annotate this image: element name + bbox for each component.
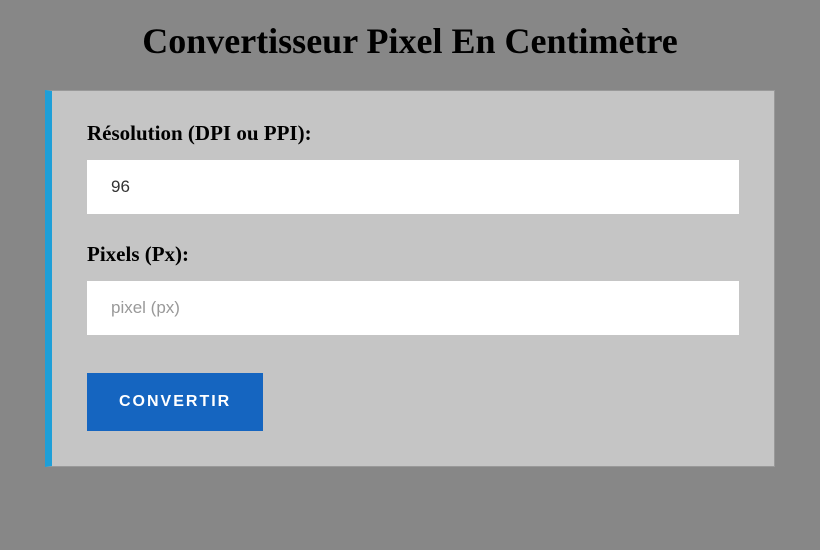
converter-card: Résolution (DPI ou PPI): Pixels (Px): CO…	[45, 90, 775, 467]
resolution-input[interactable]	[87, 160, 739, 214]
page-title: Convertisseur Pixel En Centimètre	[45, 20, 775, 62]
resolution-label: Résolution (DPI ou PPI):	[87, 121, 739, 146]
pixels-field-group: Pixels (Px):	[87, 242, 739, 335]
convert-button[interactable]: CONVERTIR	[87, 373, 263, 431]
pixels-label: Pixels (Px):	[87, 242, 739, 267]
resolution-field-group: Résolution (DPI ou PPI):	[87, 121, 739, 214]
pixels-input[interactable]	[87, 281, 739, 335]
